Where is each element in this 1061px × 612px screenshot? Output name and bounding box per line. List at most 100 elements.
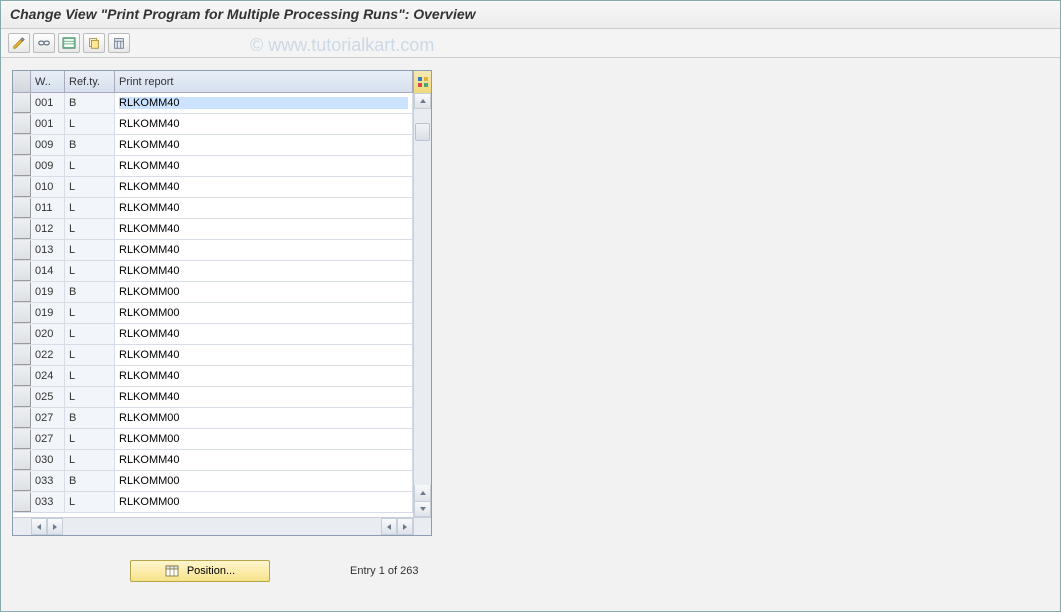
table-row: 025L — [13, 387, 413, 408]
row-selector[interactable] — [13, 240, 31, 260]
print-report-input[interactable] — [119, 475, 408, 487]
cell-print-report[interactable] — [115, 93, 413, 113]
table-row: 030L — [13, 450, 413, 471]
row-selector[interactable] — [13, 261, 31, 281]
cell-print-report[interactable] — [115, 303, 413, 323]
print-report-input[interactable] — [119, 160, 408, 172]
horizontal-scrollbar[interactable] — [13, 517, 431, 535]
print-report-input[interactable] — [119, 181, 408, 193]
cell-w: 025 — [31, 387, 65, 407]
cell-print-report[interactable] — [115, 345, 413, 365]
print-report-input[interactable] — [119, 265, 408, 277]
cell-print-report[interactable] — [115, 261, 413, 281]
cell-print-report[interactable] — [115, 366, 413, 386]
row-selector[interactable] — [13, 366, 31, 386]
cell-print-report[interactable] — [115, 219, 413, 239]
delete-button[interactable] — [108, 33, 130, 53]
column-header-print-report[interactable]: Print report — [115, 71, 413, 92]
cell-w: 030 — [31, 450, 65, 470]
row-selector[interactable] — [13, 492, 31, 512]
scroll-up-small-icon[interactable] — [414, 485, 431, 501]
print-report-input[interactable] — [119, 433, 408, 445]
position-button[interactable]: Position... — [130, 560, 270, 582]
cell-print-report[interactable] — [115, 492, 413, 512]
row-selector[interactable] — [13, 345, 31, 365]
cell-ref: L — [65, 450, 115, 470]
row-selector[interactable] — [13, 282, 31, 302]
scroll-left2-arrow-icon[interactable] — [381, 518, 397, 535]
print-report-input[interactable] — [119, 286, 408, 298]
cell-print-report[interactable] — [115, 135, 413, 155]
row-selector[interactable] — [13, 450, 31, 470]
print-report-input[interactable] — [119, 412, 408, 424]
table-row: 033B — [13, 471, 413, 492]
cell-print-report[interactable] — [115, 177, 413, 197]
print-report-input[interactable] — [119, 454, 408, 466]
print-report-input[interactable] — [119, 97, 408, 109]
toggle-edit-button[interactable] — [8, 33, 30, 53]
scroll-left-arrow-icon[interactable] — [31, 518, 47, 535]
row-selector[interactable] — [13, 324, 31, 344]
row-selector[interactable] — [13, 408, 31, 428]
cell-ref: L — [65, 261, 115, 281]
cell-print-report[interactable] — [115, 114, 413, 134]
column-selector[interactable] — [13, 71, 31, 92]
copy-as-button[interactable] — [83, 33, 105, 53]
cell-ref: L — [65, 303, 115, 323]
print-report-input[interactable] — [119, 139, 408, 151]
scroll-right2-arrow-icon[interactable] — [397, 518, 413, 535]
print-report-input[interactable] — [119, 328, 408, 340]
print-report-input[interactable] — [119, 496, 408, 508]
cell-ref: L — [65, 366, 115, 386]
print-report-input[interactable] — [119, 349, 408, 361]
row-selector[interactable] — [13, 219, 31, 239]
row-selector[interactable] — [13, 303, 31, 323]
scrollbar-track[interactable] — [414, 109, 431, 485]
cell-ref: B — [65, 408, 115, 428]
print-report-input[interactable] — [119, 244, 408, 256]
cell-print-report[interactable] — [115, 198, 413, 218]
cell-w: 027 — [31, 408, 65, 428]
row-selector[interactable] — [13, 198, 31, 218]
table-row: 009B — [13, 135, 413, 156]
row-selector[interactable] — [13, 429, 31, 449]
cell-print-report[interactable] — [115, 450, 413, 470]
column-header-w[interactable]: W.. — [31, 71, 65, 92]
data-table: W.. Ref.ty. Print report 001B001L009B009… — [12, 70, 432, 536]
scrollbar-thumb[interactable] — [415, 123, 430, 141]
scroll-up-arrow-icon[interactable] — [414, 93, 431, 109]
table-settings-button[interactable] — [413, 71, 431, 93]
detail-button[interactable] — [33, 33, 55, 53]
print-report-input[interactable] — [119, 118, 408, 130]
row-selector[interactable] — [13, 156, 31, 176]
cell-print-report[interactable] — [115, 282, 413, 302]
cell-print-report[interactable] — [115, 387, 413, 407]
row-selector[interactable] — [13, 471, 31, 491]
row-selector[interactable] — [13, 114, 31, 134]
cell-w: 009 — [31, 156, 65, 176]
cell-print-report[interactable] — [115, 429, 413, 449]
print-report-input[interactable] — [119, 307, 408, 319]
footer-bar: Position... Entry 1 of 263 — [130, 560, 419, 582]
row-selector[interactable] — [13, 177, 31, 197]
h-scrollbar-track[interactable] — [63, 518, 381, 535]
cell-print-report[interactable] — [115, 156, 413, 176]
cell-print-report[interactable] — [115, 324, 413, 344]
new-entries-button[interactable] — [58, 33, 80, 53]
cell-print-report[interactable] — [115, 408, 413, 428]
cell-print-report[interactable] — [115, 471, 413, 491]
print-report-input[interactable] — [119, 370, 408, 382]
scroll-right-arrow-icon[interactable] — [47, 518, 63, 535]
print-report-input[interactable] — [119, 223, 408, 235]
cell-print-report[interactable] — [115, 240, 413, 260]
vertical-scrollbar[interactable] — [413, 93, 431, 517]
column-header-ref[interactable]: Ref.ty. — [65, 71, 115, 92]
cell-ref: L — [65, 345, 115, 365]
row-selector[interactable] — [13, 93, 31, 113]
print-report-input[interactable] — [119, 202, 408, 214]
scroll-down-arrow-icon[interactable] — [414, 501, 431, 517]
cell-ref: L — [65, 429, 115, 449]
row-selector[interactable] — [13, 387, 31, 407]
row-selector[interactable] — [13, 135, 31, 155]
print-report-input[interactable] — [119, 391, 408, 403]
